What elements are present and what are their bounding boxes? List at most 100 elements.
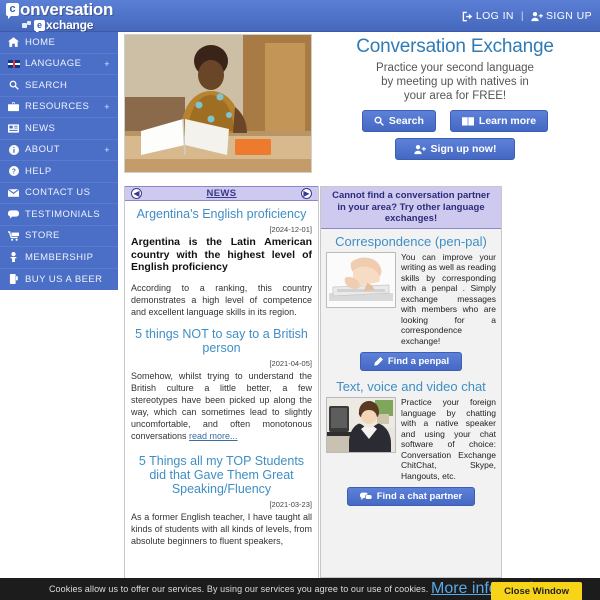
promo-banner: Cannot find a conversation partner in yo… bbox=[321, 187, 501, 229]
site-logo[interactable]: c onversation e xchange bbox=[6, 1, 113, 34]
search-icon bbox=[374, 116, 384, 126]
sidebar-item-label: TESTIMONIALS bbox=[25, 208, 101, 220]
uk-flag-icon bbox=[7, 59, 20, 68]
learn-more-button-label: Learn more bbox=[478, 115, 537, 127]
logo-mini-bubbles-icon bbox=[22, 21, 32, 29]
find-a-chat-partner-label: Find a chat partner bbox=[376, 491, 463, 502]
cookie-consent-bar: Cookies allow us to offer our services. … bbox=[0, 578, 600, 600]
sidebar-item-store[interactable]: STORE bbox=[0, 226, 118, 247]
beer-icon bbox=[7, 274, 20, 285]
news-article-body: Somehow, whilst trying to understand the… bbox=[131, 370, 312, 442]
chat-bubbles-icon bbox=[359, 492, 372, 502]
logo-bubble-c: c bbox=[6, 3, 19, 19]
promo-section-text: Practice your foreign language by chatti… bbox=[401, 397, 496, 481]
arrow-left-circle-icon[interactable]: ◀ bbox=[131, 188, 142, 199]
learn-more-button[interactable]: Learn more bbox=[449, 110, 549, 132]
signup-label: SIGN UP bbox=[546, 10, 592, 22]
cart-icon bbox=[7, 230, 20, 241]
sign-in-icon bbox=[462, 11, 473, 22]
cookie-text: Cookies allow us to offer our services. … bbox=[48, 584, 429, 594]
news-article-title[interactable]: 5 things NOT to say to a British person bbox=[131, 327, 312, 355]
arrow-right-circle-icon[interactable]: ▶ bbox=[301, 188, 312, 199]
sidebar-item-contact-us[interactable]: CONTACT US bbox=[0, 183, 118, 204]
news-panel-title: NEWS bbox=[206, 188, 237, 199]
hero-subtitle-line-3: your area for FREE! bbox=[403, 90, 507, 102]
hero-subtitle-line-1: Practice your second language bbox=[376, 62, 534, 74]
sidebar-item-label: HOME bbox=[25, 36, 56, 48]
promo-section-title: Correspondence (pen-pal) bbox=[335, 233, 487, 249]
comment-icon bbox=[7, 210, 20, 219]
sidebar-item-about[interactable]: ABOUT + bbox=[0, 140, 118, 161]
news-article-body: According to a ranking, this country dem… bbox=[131, 282, 312, 317]
sidebar-item-search[interactable]: SEARCH bbox=[0, 75, 118, 97]
user-plus-icon bbox=[531, 11, 544, 22]
site-header: c onversation e xchange LOG IN | SIGN UP bbox=[0, 0, 600, 34]
promo-section-chat: Text, voice and video chat Practice your… bbox=[321, 379, 501, 506]
promo-section-penpal: Correspondence (pen-pal) You can improve bbox=[321, 233, 501, 371]
logo-text-exchange: xchange bbox=[46, 18, 94, 32]
sidebar-item-news[interactable]: NEWS bbox=[0, 118, 118, 140]
signup-now-label: Sign up now! bbox=[430, 143, 497, 155]
news-list: Argentina's English proficiency [2024-12… bbox=[125, 201, 318, 547]
sidebar-nav: HOME LANGUAGE + SEARCH RESOURCES + NEWS … bbox=[0, 32, 118, 290]
sidebar-item-label: ABOUT bbox=[25, 144, 60, 156]
sidebar-item-label: LANGUAGE bbox=[25, 58, 82, 70]
hero-button-row: Search Learn more bbox=[316, 110, 594, 132]
close-window-button[interactable]: Close Window bbox=[491, 582, 582, 600]
sidebar-item-resources[interactable]: RESOURCES + bbox=[0, 97, 118, 118]
keyboard-typing-image bbox=[326, 251, 396, 308]
header-account-links: LOG IN | SIGN UP bbox=[462, 0, 592, 32]
news-article: 5 Things all my TOP Students did that Ga… bbox=[131, 454, 312, 547]
promo-column: Cannot find a conversation partner in yo… bbox=[320, 186, 502, 578]
promo-banner-line-2: in your area? Try other language bbox=[337, 201, 485, 213]
sidebar-item-buy-us-a-beer[interactable]: BUY US A BEER bbox=[0, 269, 118, 291]
login-label: LOG IN bbox=[475, 10, 514, 22]
news-article-title[interactable]: 5 Things all my TOP Students did that Ga… bbox=[131, 454, 312, 496]
search-button-label: Search bbox=[388, 115, 424, 127]
login-link[interactable]: LOG IN bbox=[462, 10, 514, 22]
news-article-date: [2024-12-01] bbox=[269, 225, 312, 234]
sidebar-item-label: NEWS bbox=[25, 122, 56, 134]
find-a-chat-partner-button[interactable]: Find a chat partner bbox=[346, 487, 476, 506]
sidebar-expand-indicator: + bbox=[104, 58, 110, 69]
person-icon bbox=[7, 252, 20, 263]
hero-signup-row: Sign up now! bbox=[316, 138, 594, 160]
find-a-penpal-label: Find a penpal bbox=[387, 356, 450, 367]
sidebar-item-help[interactable]: ? HELP bbox=[0, 161, 118, 183]
hero-subtitle: Practice your second language by meeting… bbox=[316, 61, 594, 103]
search-icon bbox=[7, 80, 20, 91]
envelope-icon bbox=[7, 188, 20, 197]
question-icon: ? bbox=[7, 166, 20, 177]
news-article-lead: Argentina is the Latin American country … bbox=[131, 236, 312, 273]
sidebar-item-label: STORE bbox=[25, 230, 60, 242]
svg-text:?: ? bbox=[11, 169, 15, 176]
sidebar-item-label: SEARCH bbox=[25, 79, 68, 91]
sidebar-item-label: RESOURCES bbox=[25, 101, 90, 113]
info-icon bbox=[7, 144, 20, 155]
news-panel-header: ◀ NEWS ▶ bbox=[125, 186, 318, 201]
user-plus-icon bbox=[413, 144, 426, 155]
news-article: 5 things NOT to say to a British person … bbox=[131, 327, 312, 442]
header-link-separator: | bbox=[520, 10, 525, 22]
page-title: Conversation Exchange bbox=[356, 36, 554, 57]
find-a-penpal-button[interactable]: Find a penpal bbox=[359, 352, 463, 371]
sidebar-item-testimonials[interactable]: TESTIMONIALS bbox=[0, 204, 118, 226]
signup-now-button[interactable]: Sign up now! bbox=[394, 138, 516, 160]
book-icon bbox=[461, 116, 474, 126]
news-column: ◀ NEWS ▶ Argentina's English proficiency… bbox=[124, 186, 319, 578]
newspaper-icon bbox=[7, 124, 20, 133]
promo-section-text: You can improve your writing as well as … bbox=[401, 251, 496, 346]
signup-link[interactable]: SIGN UP bbox=[531, 10, 592, 22]
search-button[interactable]: Search bbox=[361, 110, 436, 132]
woman-headset-computer-image bbox=[326, 397, 396, 453]
sidebar-item-language[interactable]: LANGUAGE + bbox=[0, 54, 118, 75]
sidebar-item-label: CONTACT US bbox=[25, 187, 91, 199]
read-more-link[interactable]: read more... bbox=[189, 431, 238, 441]
sidebar-expand-indicator: + bbox=[104, 144, 110, 155]
promo-banner-line-1: Cannot find a conversation partner bbox=[332, 190, 490, 201]
sidebar-item-membership[interactable]: MEMBERSHIP bbox=[0, 247, 118, 269]
sidebar-item-label: MEMBERSHIP bbox=[25, 251, 94, 263]
news-article-title[interactable]: Argentina's English proficiency bbox=[131, 207, 312, 221]
logo-bubble-e: e bbox=[34, 19, 45, 34]
sidebar-item-home[interactable]: HOME bbox=[0, 32, 118, 54]
